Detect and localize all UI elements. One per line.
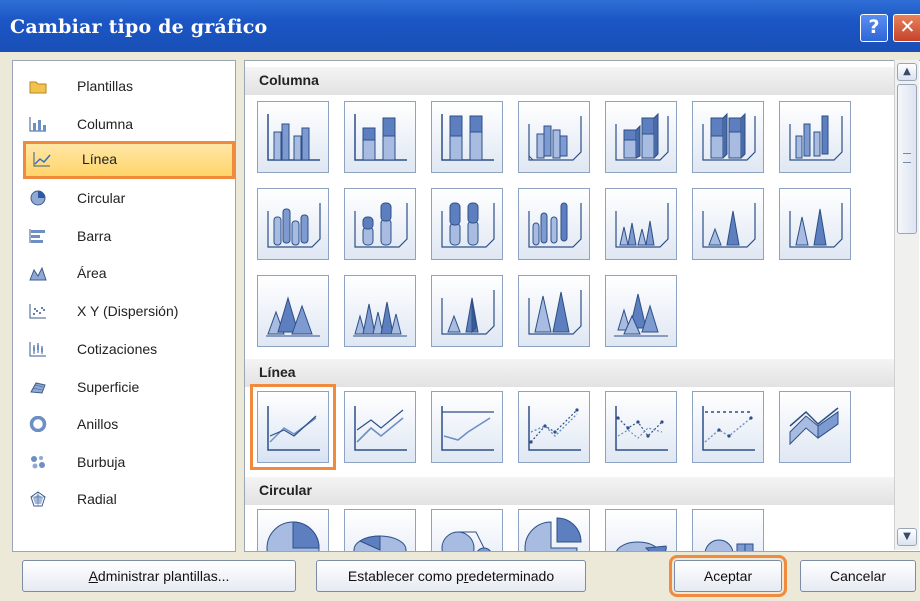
scatter-chart-icon [29,304,46,319]
category-label: X Y (Dispersión) [77,303,179,319]
chart-subtype-thumbnail[interactable] [344,391,416,463]
radar-chart-icon [30,491,46,507]
category-label: Plantillas [77,78,134,94]
column-chart-icon [29,117,46,132]
category-barra[interactable]: Barra [19,219,229,253]
category-plantillas[interactable]: Plantillas [19,69,229,103]
chart-category-list: Plantillas Columna Línea Circular Barra … [12,60,236,552]
category-area[interactable]: Área [19,256,229,290]
chart-subtype-thumbnail[interactable] [779,188,851,260]
category-radial[interactable]: Radial [19,482,229,516]
gallery-scrollbar[interactable]: ▲ ▼ [894,60,919,550]
chart-subtype-thumbnail[interactable] [518,275,590,347]
chart-subtype-thumbnail[interactable] [692,391,764,463]
bubble-chart-icon [31,456,45,469]
pie-chart-icon [30,190,46,206]
manage-templates-button[interactable]: Administrar plantillas... [22,560,296,592]
help-button[interactable]: ? [860,14,888,42]
chart-subtype-thumbnail[interactable] [431,101,503,173]
title-bar[interactable]: Cambiar tipo de gráfico ? ✕ [0,0,920,52]
section-header-linea: Línea [245,359,895,387]
chart-subtype-thumbnail[interactable] [518,509,590,551]
chart-subtype-thumbnail[interactable] [779,391,851,463]
chart-subtype-thumbnail[interactable] [431,391,503,463]
change-chart-type-dialog: Cambiar tipo de gráfico ? ✕ Plantillas C… [0,0,920,601]
chart-subtype-thumbnail[interactable] [779,101,851,173]
category-label: Radial [77,491,117,507]
chart-subtype-thumbnail[interactable] [692,188,764,260]
chart-subtype-thumbnail[interactable] [344,188,416,260]
bar-chart-icon [29,229,45,243]
category-label: Línea [82,151,118,167]
chart-subtype-thumbnail[interactable] [431,509,503,551]
scroll-down-icon[interactable]: ▼ [897,528,917,546]
category-anillos[interactable]: Anillos [19,407,229,441]
scroll-grip-icon [903,153,911,163]
chart-subtype-thumbnail[interactable] [344,101,416,173]
category-label: Barra [77,228,112,244]
chart-subtype-thumbnail[interactable] [605,275,677,347]
category-superficie[interactable]: Superficie [19,370,229,404]
section-header-circular: Circular [245,477,895,505]
chart-subtype-thumbnail[interactable] [605,188,677,260]
chart-subtype-thumbnail[interactable] [518,391,590,463]
category-circular[interactable]: Circular [19,181,229,215]
category-label: Cotizaciones [77,341,158,357]
chart-subtype-thumbnail[interactable] [605,391,677,463]
set-as-default-button[interactable]: Establecer como predeterminado [316,560,586,592]
category-label: Circular [77,190,126,206]
chart-subtype-thumbnail[interactable] [257,509,329,551]
cancel-button[interactable]: Cancelar [800,560,916,592]
chart-subtype-thumbnail[interactable] [257,188,329,260]
accept-button[interactable]: Aceptar [669,555,787,597]
chart-subtype-gallery: Columna Línea Circular [244,60,920,552]
chart-subtype-thumbnail[interactable] [605,101,677,173]
chart-subtype-thumbnail[interactable] [518,188,590,260]
category-burbuja[interactable]: Burbuja [19,445,229,479]
chart-subtype-thumbnail[interactable] [605,509,677,551]
category-label: Columna [77,116,134,132]
chart-subtype-thumbnail[interactable] [344,509,416,551]
chart-subtype-thumbnail[interactable] [692,509,764,551]
chart-subtype-thumbnail[interactable] [431,275,503,347]
category-label: Superficie [77,379,140,395]
section-header-columna: Columna [245,67,895,95]
category-label: Anillos [77,416,119,432]
chart-subtype-thumbnail[interactable] [692,101,764,173]
chart-subtype-thumbnail[interactable] [257,101,329,173]
close-button[interactable]: ✕ [893,14,920,42]
dialog-title: Cambiar tipo de gráfico [10,16,268,38]
chart-subtype-line-selected[interactable] [250,384,336,470]
scroll-thumb[interactable] [897,84,917,234]
category-label: Burbuja [77,454,126,470]
area-chart-icon [29,266,47,281]
doughnut-chart-icon [29,416,47,432]
surface-chart-icon [30,382,46,394]
chart-subtype-thumbnail[interactable] [431,188,503,260]
stock-chart-icon [29,342,46,357]
category-columna[interactable]: Columna [19,107,229,141]
chart-subtype-thumbnail[interactable] [518,101,590,173]
category-linea[interactable]: Línea [23,141,235,179]
chart-subtype-thumbnail[interactable] [344,275,416,347]
category-xy-dispersion[interactable]: X Y (Dispersión) [19,294,229,328]
category-cotizaciones[interactable]: Cotizaciones [19,332,229,366]
chart-subtype-thumbnail[interactable] [257,275,329,347]
category-label: Área [77,265,107,281]
scroll-up-icon[interactable]: ▲ [897,63,917,81]
folder-icon [29,81,47,94]
line-chart-icon [33,152,51,167]
